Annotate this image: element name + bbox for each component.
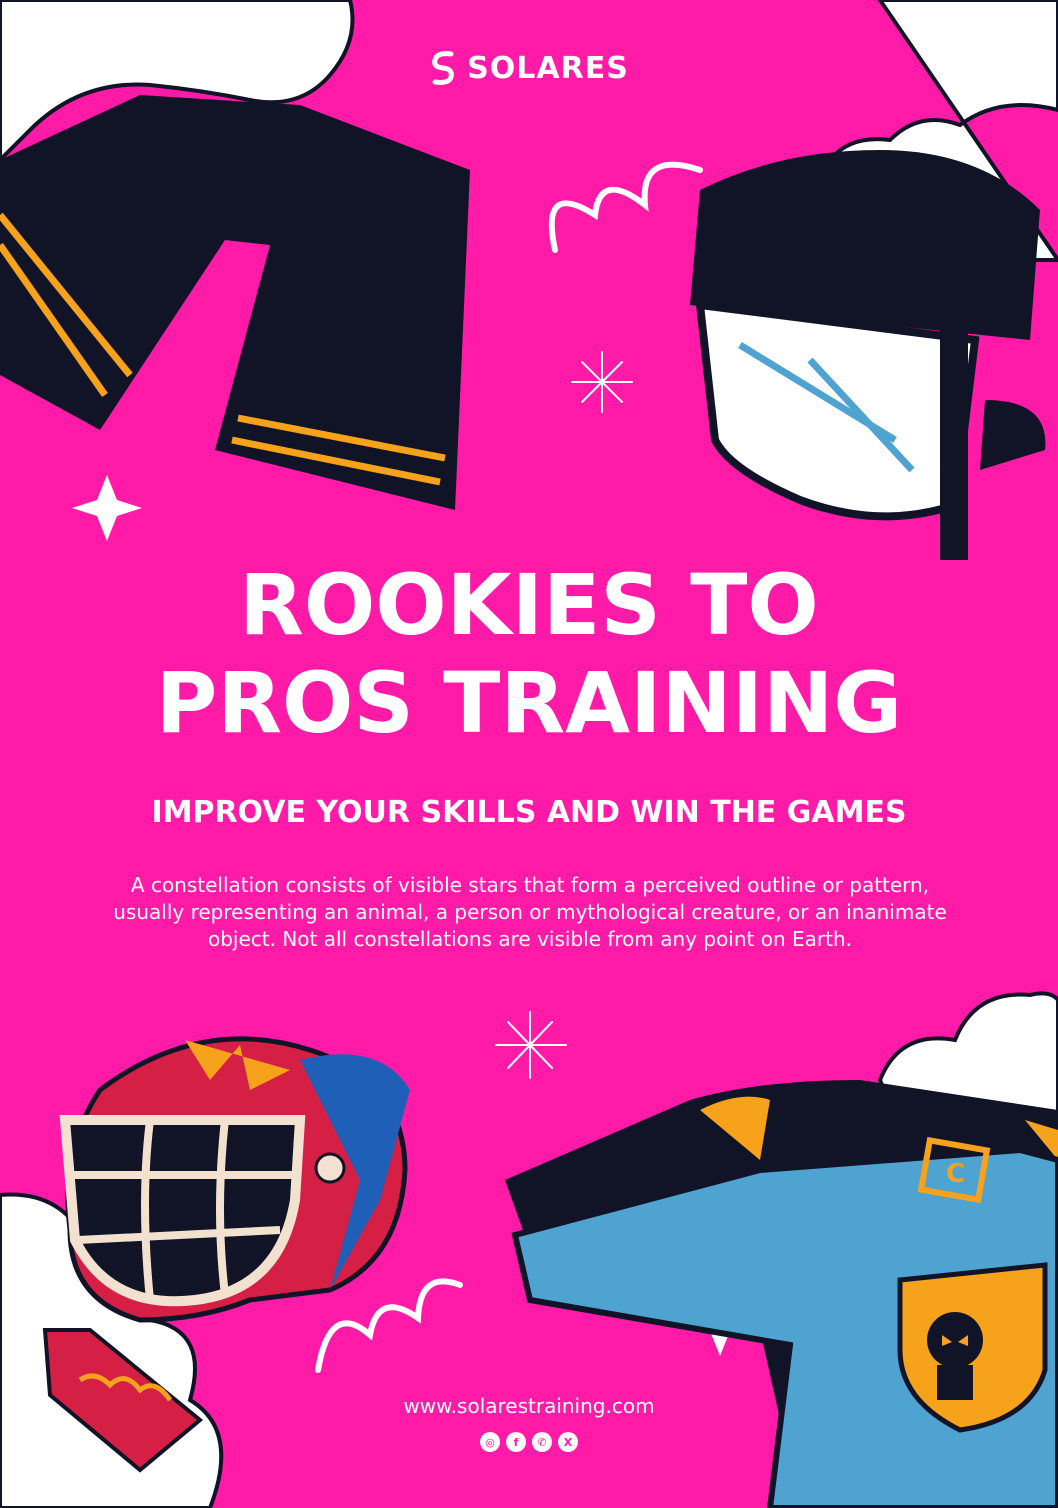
website-link[interactable]: www.solarestraining.com (0, 1394, 1058, 1418)
svg-text:C: C (946, 1159, 965, 1189)
sparkle-burst-top (571, 351, 633, 413)
sparkle-star-left (72, 475, 142, 541)
social-links: ◎ f ✆ X (0, 1432, 1058, 1452)
body-text: A constellation consists of visible star… (113, 873, 947, 951)
brand-name: SOLARES (467, 50, 629, 86)
brand-mark-icon (432, 51, 454, 85)
x-icon[interactable]: X (558, 1432, 578, 1452)
sparkle-burst-middle (495, 1011, 567, 1079)
squiggle-bottom (315, 1278, 463, 1373)
hockey-pants-illustration (0, 95, 470, 510)
brand-logo: SOLARES (0, 50, 1058, 86)
instagram-icon[interactable]: ◎ (480, 1432, 500, 1452)
subheadline: IMPROVE YOUR SKILLS AND WIN THE GAMES (151, 795, 907, 830)
hockey-helmet-illustration (690, 150, 1046, 560)
whatsapp-icon[interactable]: ✆ (532, 1432, 552, 1452)
squiggle-top (548, 161, 703, 253)
headline-line-1: ROOKIES TO (239, 556, 819, 654)
facebook-icon[interactable]: f (506, 1432, 526, 1452)
headline-line-2: PROS TRAINING (155, 654, 903, 752)
background-artwork: C (0, 0, 1058, 1508)
headline: ROOKIES TO PROS TRAINING (0, 556, 1058, 752)
poster: C SOLARES ROOKIES TO PROS TRAINING IMPRO… (0, 0, 1058, 1508)
